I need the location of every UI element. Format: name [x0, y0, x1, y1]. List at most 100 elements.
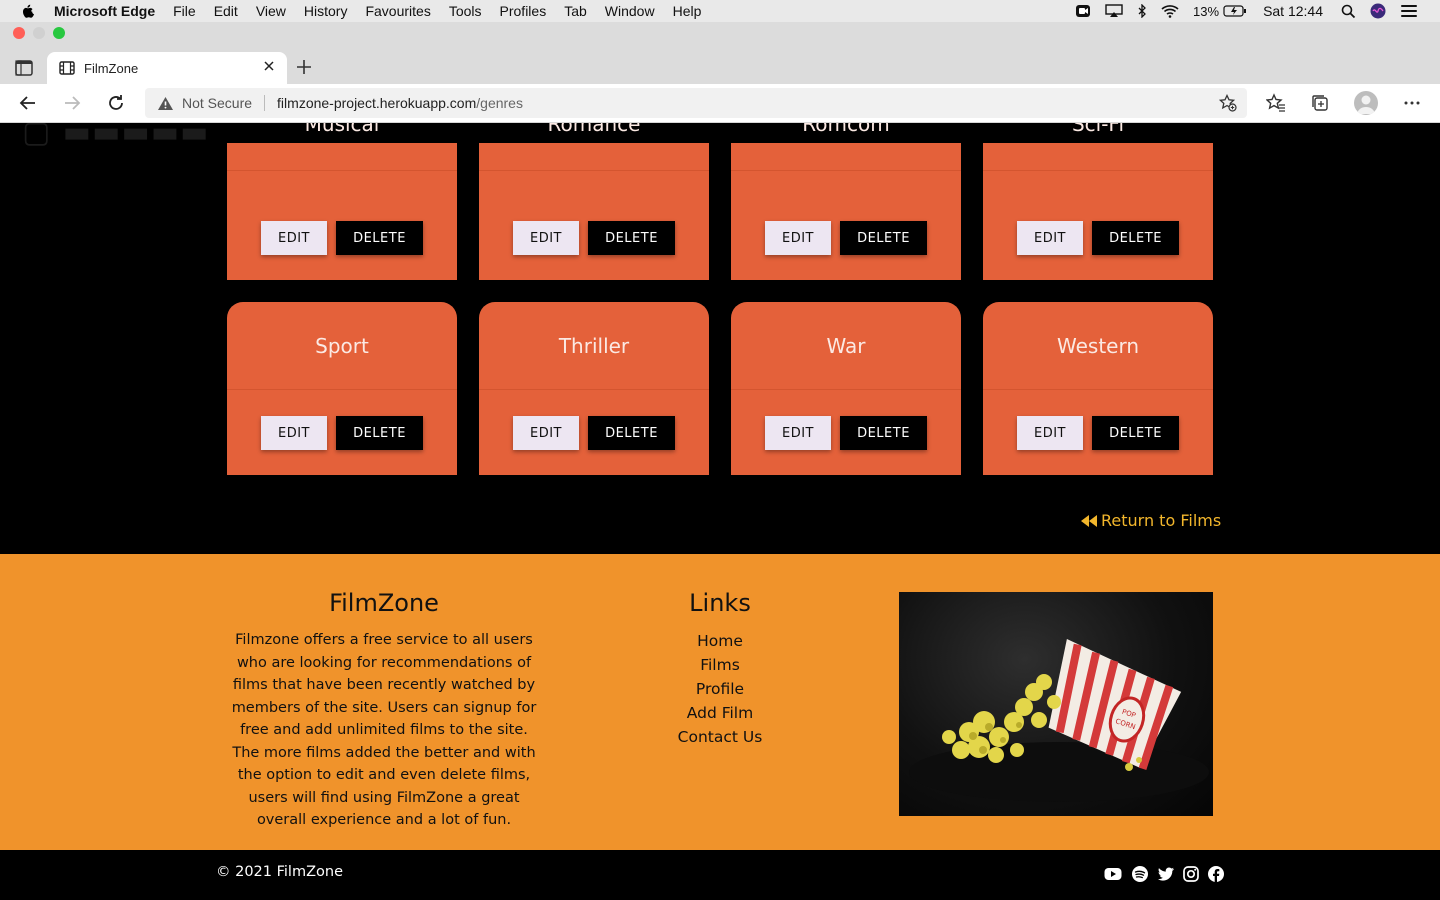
battery-percent: 13% [1193, 3, 1220, 19]
url-host: filmzone-project.herokuapp.com [277, 95, 477, 111]
return-label: Return to Films [1101, 511, 1222, 530]
footer-link-home[interactable]: Home [640, 629, 800, 653]
add-favourite-icon[interactable] [1219, 94, 1237, 112]
menu-tab[interactable]: Tab [564, 3, 587, 19]
delete-button[interactable]: DELETE [588, 221, 675, 255]
edit-button[interactable]: EDIT [513, 416, 579, 450]
delete-button[interactable]: DELETE [840, 416, 927, 450]
genre-name: Thriller [479, 302, 709, 390]
menu-favourites[interactable]: Favourites [365, 3, 430, 19]
genre-card-western: Western EDIT DELETE [983, 302, 1213, 475]
window-close-button[interactable] [13, 27, 25, 39]
twitter-icon[interactable] [1157, 865, 1175, 883]
reload-icon[interactable] [106, 93, 126, 113]
genre-name: Western [983, 302, 1213, 390]
url-path: /genres [476, 95, 523, 111]
security-status-label[interactable]: Not Secure [182, 95, 252, 111]
favourites-icon[interactable] [1266, 93, 1286, 113]
genre-name: Romance [479, 123, 709, 171]
copyright-bar: © 2021 FilmZone [0, 850, 1440, 900]
menu-profiles[interactable]: Profiles [500, 3, 547, 19]
genre-card-romance: Romance EDIT DELETE [479, 123, 709, 280]
menu-help[interactable]: Help [673, 3, 702, 19]
tab-title: FilmZone [84, 60, 139, 76]
instagram-icon[interactable] [1182, 865, 1200, 883]
delete-button[interactable]: DELETE [840, 221, 927, 255]
footer-link-contact-us[interactable]: Contact Us [640, 725, 800, 749]
more-options-icon[interactable] [1402, 93, 1422, 113]
facebook-icon[interactable] [1207, 865, 1225, 883]
about-title: FilmZone [329, 589, 439, 617]
genre-name: Musical [227, 123, 457, 171]
edit-button[interactable]: EDIT [513, 221, 579, 255]
control-center-icon[interactable] [1400, 4, 1418, 18]
address-divider [264, 95, 266, 111]
footer-link-films[interactable]: Films [640, 653, 800, 677]
clock[interactable]: Sat 12:44 [1263, 3, 1323, 19]
menu-file[interactable]: File [173, 3, 196, 19]
close-icon[interactable] [263, 60, 275, 72]
popcorn-image: POP CORN [899, 592, 1213, 816]
genre-card-thriller: Thriller EDIT DELETE [479, 302, 709, 475]
delete-button[interactable]: DELETE [336, 416, 423, 450]
spotify-icon[interactable] [1131, 865, 1149, 883]
apple-logo-icon[interactable] [20, 3, 36, 19]
camera-icon[interactable] [1075, 4, 1091, 18]
macos-menu-bar: Microsoft Edge File Edit View History Fa… [0, 0, 1440, 22]
delete-button[interactable]: DELETE [1092, 221, 1179, 255]
footer-links: Home Films Profile Add Film Contact Us [640, 629, 800, 749]
return-to-films-link[interactable]: Return to Films [1080, 511, 1221, 530]
backward-icon [1081, 514, 1097, 527]
tab-actions-icon[interactable] [14, 58, 34, 78]
about-text: Filmzone offers a free service to all us… [231, 632, 537, 828]
genre-card-musical: Musical EDIT DELETE [227, 123, 457, 280]
address-bar[interactable]: Not Secure filmzone-project.herokuapp.co… [145, 88, 1247, 118]
edit-button[interactable]: EDIT [261, 221, 327, 255]
collections-icon[interactable] [1310, 93, 1330, 113]
menu-history[interactable]: History [304, 3, 348, 19]
back-arrow-icon[interactable] [18, 93, 38, 113]
edit-button[interactable]: EDIT [1017, 416, 1083, 450]
menu-app-name[interactable]: Microsoft Edge [54, 3, 155, 19]
genre-card-war: War EDIT DELETE [731, 302, 961, 475]
links-title: Links [689, 589, 751, 617]
genre-name: Sport [227, 302, 457, 390]
menu-tools[interactable]: Tools [449, 3, 482, 19]
menu-window[interactable]: Window [605, 3, 655, 19]
new-tab-icon[interactable] [296, 59, 312, 75]
battery-icon[interactable] [1223, 5, 1247, 17]
edit-button[interactable]: EDIT [1017, 221, 1083, 255]
edit-button[interactable]: EDIT [765, 416, 831, 450]
youtube-icon[interactable] [1104, 865, 1122, 883]
page-content: ▢ ▬▬▬▬▬ Musical EDIT DELETE Romance EDIT… [0, 123, 1440, 900]
site-footer: FilmZone Filmzone offers a free service … [0, 554, 1440, 850]
genre-name: Romcom [731, 123, 961, 171]
genre-name: War [731, 302, 961, 390]
bluetooth-icon[interactable] [1137, 4, 1147, 18]
spotlight-search-icon[interactable] [1341, 4, 1356, 19]
profile-avatar-icon[interactable] [1354, 91, 1378, 115]
edit-button[interactable]: EDIT [261, 416, 327, 450]
film-icon [59, 61, 75, 75]
airplay-icon[interactable] [1105, 4, 1123, 18]
menu-view[interactable]: View [256, 3, 286, 19]
delete-button[interactable]: DELETE [588, 416, 675, 450]
edit-button[interactable]: EDIT [765, 221, 831, 255]
window-minimize-button[interactable] [33, 27, 45, 39]
delete-button[interactable]: DELETE [336, 221, 423, 255]
footer-link-profile[interactable]: Profile [640, 677, 800, 701]
menu-edit[interactable]: Edit [214, 3, 238, 19]
delete-button[interactable]: DELETE [1092, 416, 1179, 450]
window-zoom-button[interactable] [53, 27, 65, 39]
siri-icon[interactable] [1370, 3, 1386, 19]
status-area: 13% Sat 12:44 [1075, 0, 1440, 22]
copyright-text: © 2021 FilmZone [216, 864, 344, 880]
forward-arrow-icon[interactable] [62, 93, 82, 113]
warning-triangle-icon[interactable] [157, 96, 174, 111]
wifi-icon[interactable] [1161, 4, 1179, 18]
site-logo-partial: ▢ ▬▬▬▬▬ [22, 123, 210, 150]
tab-filmzone[interactable]: FilmZone [47, 52, 287, 84]
genre-card-sci-fi: Sci-Fi EDIT DELETE [983, 123, 1213, 280]
footer-link-add-film[interactable]: Add Film [640, 701, 800, 725]
window-titlebar [0, 22, 1440, 44]
